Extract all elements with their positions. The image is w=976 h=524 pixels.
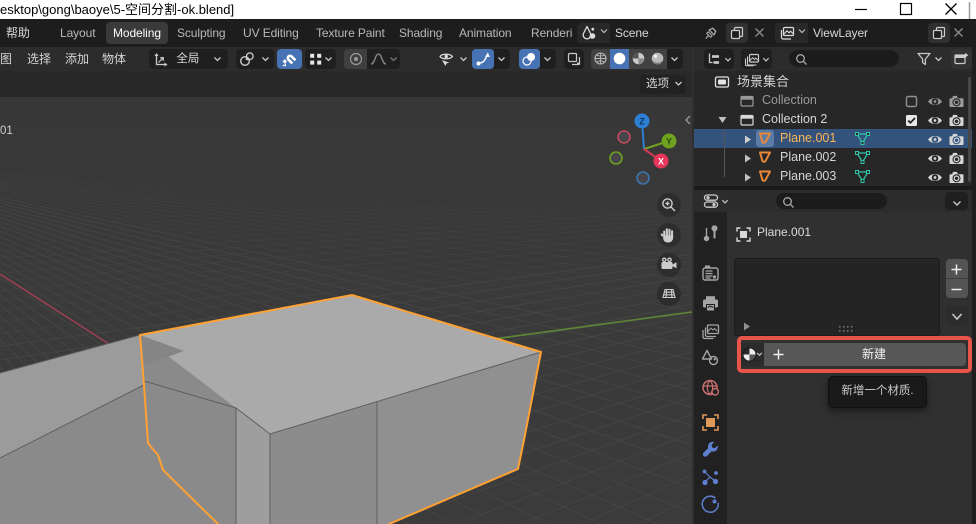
svg-text:Y: Y [666, 137, 672, 147]
svg-text:X: X [658, 157, 664, 167]
svg-text:Z: Z [639, 117, 645, 127]
